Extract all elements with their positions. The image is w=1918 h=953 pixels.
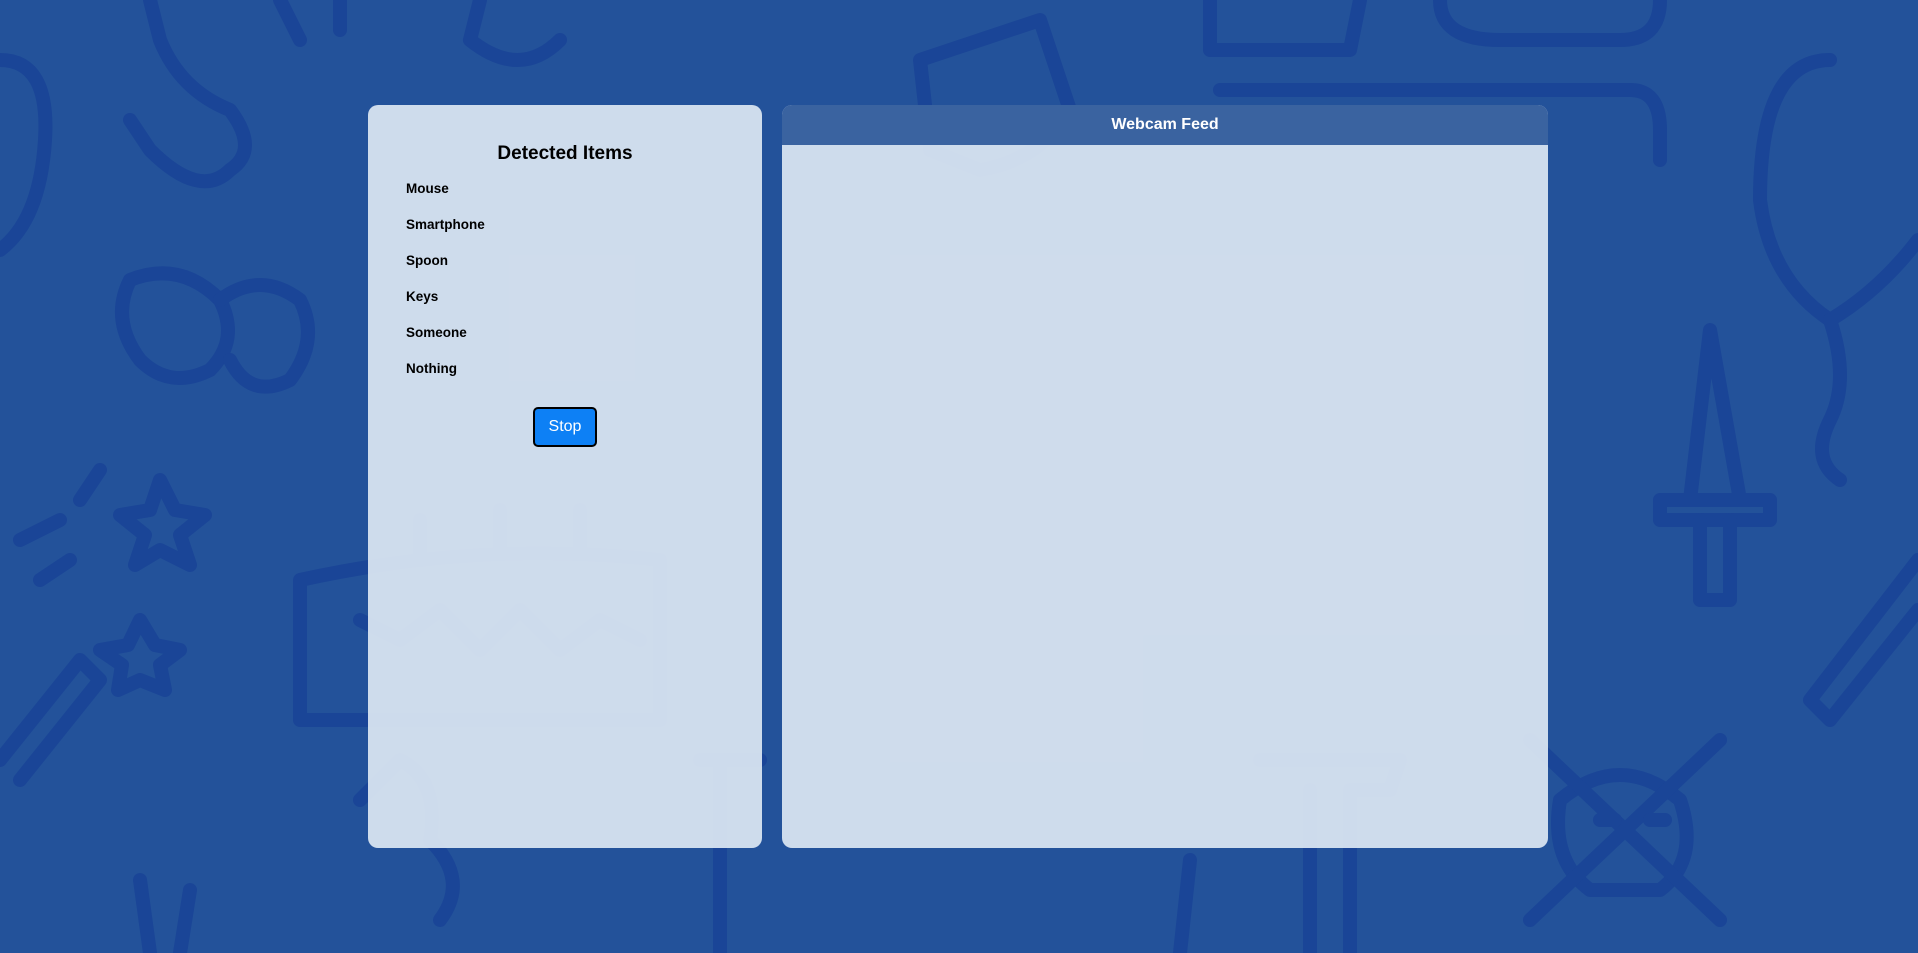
detected-items-title: Detected Items <box>497 143 633 164</box>
webcam-feed-header: Webcam Feed <box>782 105 1548 145</box>
detected-items-panel: Detected Items Mouse Smartphone Spoon Ke… <box>368 105 762 848</box>
webcam-feed-view <box>782 145 1548 848</box>
list-item: Keys <box>406 289 439 304</box>
webcam-feed-panel: Webcam Feed <box>782 105 1548 848</box>
list-item: Smartphone <box>406 217 485 232</box>
stop-button[interactable]: Stop <box>533 407 597 447</box>
list-item: Mouse <box>406 181 449 196</box>
list-item: Spoon <box>406 253 448 268</box>
list-item: Someone <box>406 325 467 340</box>
stop-button-container: Stop <box>368 407 762 447</box>
detected-items-list: Mouse Smartphone Spoon Keys Someone Noth… <box>368 179 762 395</box>
list-item: Nothing <box>406 361 457 376</box>
